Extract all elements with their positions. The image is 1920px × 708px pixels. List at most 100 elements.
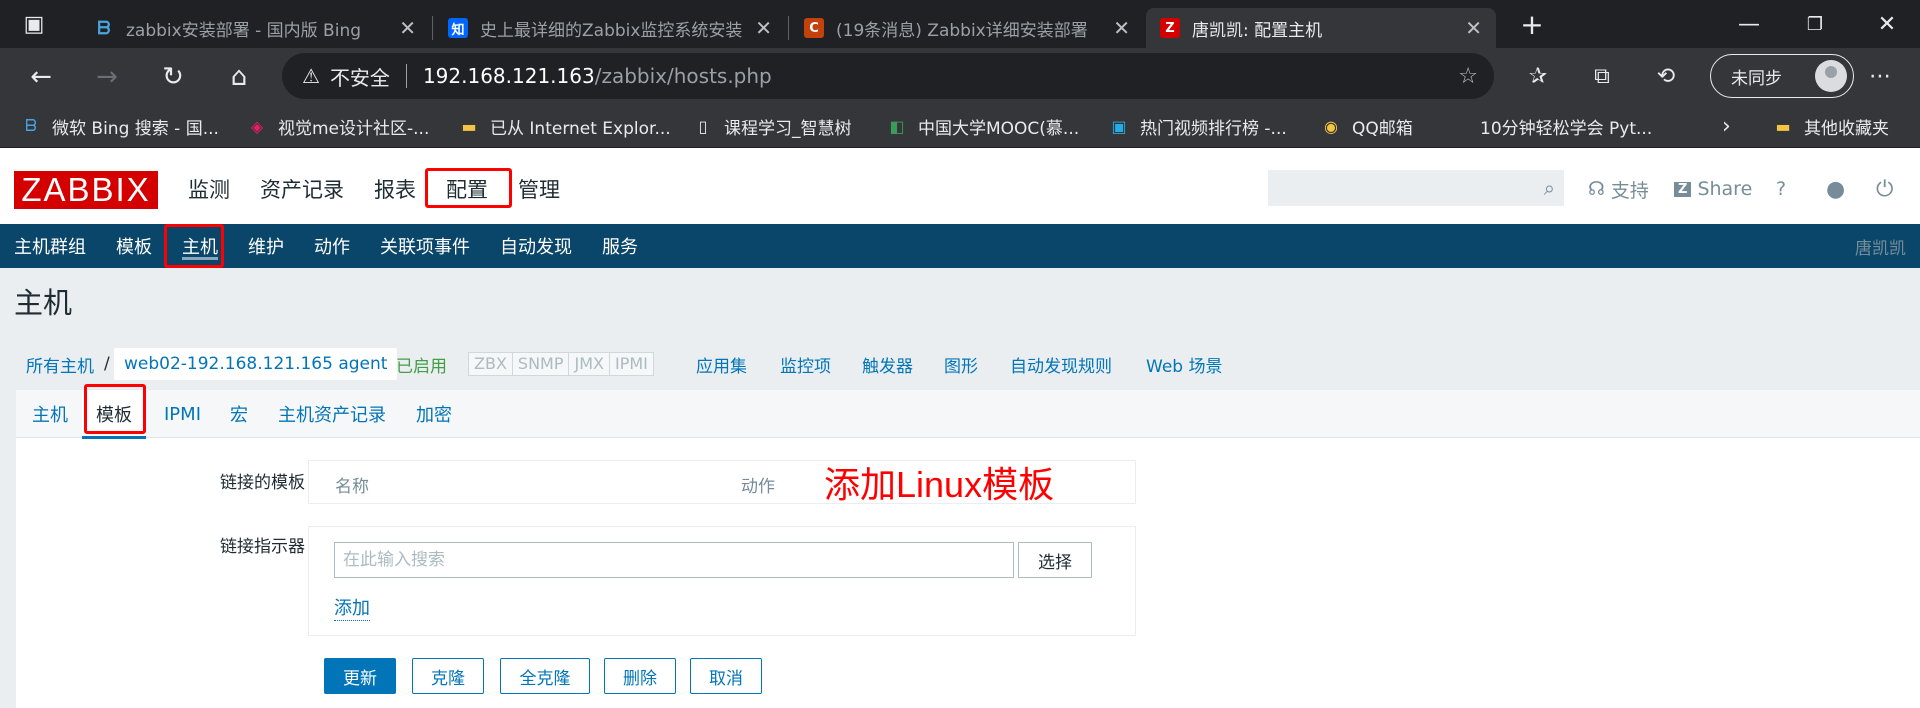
tab-ipmi[interactable]: IPMI bbox=[164, 390, 201, 438]
bookmark-label: QQ邮箱 bbox=[1352, 118, 1413, 139]
link-discovery-rules[interactable]: 自动发现规则 bbox=[1010, 348, 1112, 380]
availability-jmx: JMX bbox=[569, 353, 610, 375]
browser-tab-bing[interactable]: ᗷ zabbix安装部署 - 国内版 Bing ✕ bbox=[80, 8, 430, 48]
address-divider bbox=[405, 64, 407, 88]
update-button[interactable]: 更新 bbox=[324, 658, 396, 694]
forward-icon[interactable]: → bbox=[88, 58, 126, 96]
bookmark-label: 10分钟轻松学会 Pyt... bbox=[1480, 118, 1653, 139]
window-close-icon[interactable]: ✕ bbox=[1854, 0, 1920, 48]
availability-zbx: ZBX bbox=[469, 353, 513, 375]
bookmark-qqmail[interactable]: ◉ QQ邮箱 bbox=[1320, 104, 1413, 148]
submenu-discovery[interactable]: 自动发现 bbox=[500, 224, 572, 268]
link-web-scenarios[interactable]: Web 场景 bbox=[1146, 348, 1222, 380]
tab-inventory[interactable]: 主机资产记录 bbox=[278, 390, 386, 438]
bookmark-bilibili[interactable]: ▣ 热门视频排行榜 -... bbox=[1108, 104, 1286, 148]
bilibili-icon: ▣ bbox=[1111, 116, 1127, 136]
more-icon[interactable]: ⋯ bbox=[1864, 60, 1896, 92]
support-label: 支持 bbox=[1610, 179, 1649, 202]
breadcrumb-all-hosts[interactable]: 所有主机 bbox=[26, 348, 94, 380]
support-link[interactable]: ☊ 支持 bbox=[1588, 154, 1649, 224]
maximize-icon[interactable]: ❐ bbox=[1782, 0, 1848, 48]
bookmark-ie-import[interactable]: ▬ 已从 Internet Explor... bbox=[458, 104, 670, 148]
submenu-actions[interactable]: 动作 bbox=[314, 224, 350, 268]
menu-administration[interactable]: 管理 bbox=[518, 154, 560, 224]
favorites-icon[interactable]: ✰ bbox=[1522, 60, 1554, 92]
link-applications[interactable]: 应用集 bbox=[696, 348, 747, 380]
tab-host[interactable]: 主机 bbox=[32, 390, 68, 438]
mooc-icon: ◧ bbox=[889, 116, 905, 136]
close-icon[interactable]: ✕ bbox=[1465, 16, 1482, 40]
close-icon[interactable]: ✕ bbox=[1113, 16, 1130, 40]
submenu-services[interactable]: 服务 bbox=[602, 224, 638, 268]
current-user: 唐凯凯 bbox=[1855, 238, 1906, 259]
tab-encryption[interactable]: 加密 bbox=[416, 390, 452, 438]
sync-profile-button[interactable]: 未同步 bbox=[1710, 54, 1854, 98]
address-bar[interactable]: ⚠ 不安全 192.168.121.163/zabbix/hosts.php ☆ bbox=[282, 53, 1494, 99]
submenu-host-groups[interactable]: 主机群组 bbox=[14, 224, 86, 268]
link-triggers[interactable]: 触发器 bbox=[862, 348, 913, 380]
highlight-templates-tab bbox=[84, 384, 146, 434]
column-action: 动作 bbox=[741, 477, 775, 497]
security-label[interactable]: 不安全 bbox=[330, 62, 390, 91]
bookmark-python[interactable]: 10分钟轻松学会 Pyt... bbox=[1480, 104, 1652, 148]
zabbix-header: ZABBIX 监测 资产记录 报表 配置 管理 ⌕ ☊ 支持 Z Share ? ●… bbox=[0, 154, 1920, 224]
submenu-templates[interactable]: 模板 bbox=[116, 224, 152, 268]
back-icon[interactable]: ← bbox=[22, 58, 60, 96]
browser-tab-csdn[interactable]: C (19条消息) Zabbix详细安装部署 ✕ bbox=[790, 8, 1144, 48]
browser-tab-zhihu[interactable]: 知 史上最详细的Zabbix监控系统安装 ✕ bbox=[434, 8, 786, 48]
bookmarks-overflow-icon[interactable]: › bbox=[1722, 104, 1731, 148]
user-profile-icon[interactable]: ● bbox=[1826, 154, 1845, 224]
new-tab-icon[interactable]: + bbox=[1516, 8, 1548, 41]
link-graphs[interactable]: 图形 bbox=[944, 348, 978, 380]
cancel-button[interactable]: 取消 bbox=[690, 658, 762, 694]
bookmark-zhihuishu[interactable]: ▯ 课程学习_智慧树 bbox=[692, 104, 852, 148]
search-icon[interactable]: ⌕ bbox=[1544, 176, 1555, 200]
address-host: 192.168.121.163 bbox=[422, 64, 595, 88]
breadcrumb-host[interactable]: web02-192.168.121.165 agent bbox=[114, 348, 398, 380]
eye-icon: ◈ bbox=[250, 116, 264, 136]
submenu-maintenance[interactable]: 维护 bbox=[248, 224, 284, 268]
help-link[interactable]: ? bbox=[1776, 154, 1786, 224]
status-badge[interactable]: 已启用 bbox=[396, 348, 447, 380]
full-clone-button[interactable]: 全克隆 bbox=[500, 658, 590, 694]
tab-title: (19条消息) Zabbix详细安装部署 bbox=[836, 20, 1088, 41]
refresh-icon[interactable]: ↻ bbox=[154, 58, 192, 96]
csdn-icon: C bbox=[804, 18, 824, 38]
close-icon[interactable]: ✕ bbox=[399, 16, 416, 40]
bookmark-shijueme[interactable]: ◈ 视觉me设计社区-... bbox=[246, 104, 430, 148]
global-search-input[interactable]: ⌕ bbox=[1268, 170, 1564, 206]
bookmark-mooc[interactable]: ◧ 中国大学MOOC(慕... bbox=[886, 104, 1079, 148]
submenu-event-correlation[interactable]: 关联项事件 bbox=[380, 224, 470, 268]
avatar bbox=[1815, 60, 1847, 92]
browser-tab-zabbix[interactable]: Z 唐凯凯: 配置主机 ✕ bbox=[1146, 8, 1496, 48]
tab-macros[interactable]: 宏 bbox=[230, 390, 248, 438]
select-button[interactable]: 选择 bbox=[1018, 542, 1092, 578]
bing-icon: ᗷ bbox=[25, 116, 37, 135]
add-favorite-icon[interactable]: ☆ bbox=[1458, 64, 1478, 89]
delete-button[interactable]: 删除 bbox=[604, 658, 676, 694]
menu-inventory[interactable]: 资产记录 bbox=[260, 154, 344, 224]
browser-essentials-icon[interactable]: ⟲ bbox=[1650, 60, 1682, 92]
zabbix-logo[interactable]: ZABBIX bbox=[14, 171, 158, 209]
sub-navigation: 主机群组 模板 主机 维护 动作 关联项事件 自动发现 服务 唐凯凯 bbox=[0, 224, 1920, 268]
link-items[interactable]: 监控项 bbox=[780, 348, 831, 380]
add-template-link[interactable]: 添加 bbox=[334, 594, 370, 621]
highlight-hosts bbox=[164, 224, 224, 268]
home-icon[interactable]: ⌂ bbox=[220, 58, 258, 96]
minimize-icon[interactable]: — bbox=[1716, 0, 1782, 48]
linked-templates-label: 链接的模板 bbox=[220, 473, 305, 493]
close-icon[interactable]: ✕ bbox=[755, 16, 772, 40]
logout-icon[interactable]: ⏻ bbox=[1876, 154, 1893, 224]
collections-icon[interactable]: ⧉ bbox=[1586, 60, 1618, 92]
bookmark-bing[interactable]: ᗷ 微软 Bing 搜索 - 国... bbox=[20, 104, 219, 148]
menu-monitoring[interactable]: 监测 bbox=[188, 154, 230, 224]
bookmark-other-favorites[interactable]: ▬ 其他收藏夹 bbox=[1772, 104, 1889, 148]
clone-button[interactable]: 克隆 bbox=[412, 658, 484, 694]
tab-actions-icon[interactable]: ▣ bbox=[18, 8, 50, 40]
share-link[interactable]: Z Share bbox=[1674, 154, 1752, 224]
bing-icon: ᗷ bbox=[97, 17, 111, 39]
qq-icon: ◉ bbox=[1324, 116, 1338, 136]
form-tabs: 主机 模板 IPMI 宏 主机资产记录 加密 bbox=[16, 390, 1920, 439]
template-search-input[interactable]: 在此输入搜索 bbox=[334, 542, 1014, 578]
menu-reports[interactable]: 报表 bbox=[374, 154, 416, 224]
